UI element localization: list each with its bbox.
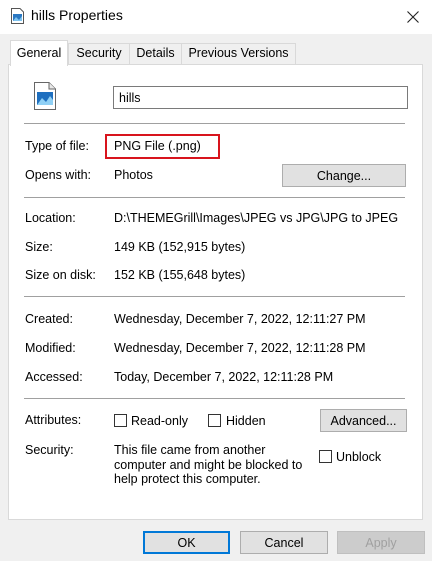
tab-details[interactable]: Details bbox=[129, 43, 182, 64]
separator bbox=[24, 197, 405, 198]
apply-button[interactable]: Apply bbox=[337, 531, 425, 554]
security-label: Security: bbox=[25, 443, 74, 457]
read-only-checkbox[interactable] bbox=[114, 414, 127, 427]
type-of-file-label: Type of file: bbox=[25, 139, 89, 153]
close-icon bbox=[407, 11, 419, 23]
location-value: D:\THEMEGrill\Images\JPEG vs JPG\JPG to … bbox=[114, 211, 399, 225]
separator bbox=[24, 123, 405, 124]
close-button[interactable] bbox=[396, 3, 430, 31]
unblock-label[interactable]: Unblock bbox=[336, 450, 381, 464]
png-file-icon bbox=[34, 82, 56, 110]
hidden-checkbox[interactable] bbox=[208, 414, 221, 427]
separator bbox=[24, 296, 405, 297]
size-value: 149 KB (152,915 bytes) bbox=[114, 240, 246, 254]
window-title: hills Properties bbox=[31, 7, 123, 23]
separator bbox=[24, 398, 405, 399]
read-only-label[interactable]: Read-only bbox=[131, 414, 188, 428]
tab-general[interactable]: General bbox=[10, 40, 68, 66]
unblock-checkbox[interactable] bbox=[319, 450, 332, 463]
size-on-disk-value: 152 KB (155,648 bytes) bbox=[114, 268, 246, 282]
tab-previous-versions[interactable]: Previous Versions bbox=[181, 43, 296, 64]
created-label: Created: bbox=[25, 312, 73, 326]
cancel-button[interactable]: Cancel bbox=[240, 531, 328, 554]
image-file-icon bbox=[11, 8, 24, 24]
tab-security[interactable]: Security bbox=[68, 43, 130, 64]
size-on-disk-label: Size on disk: bbox=[25, 268, 96, 282]
highlight-box bbox=[105, 134, 220, 159]
advanced-button[interactable]: Advanced... bbox=[320, 409, 407, 432]
file-name-input[interactable] bbox=[113, 86, 408, 109]
ok-button[interactable]: OK bbox=[143, 531, 230, 554]
opens-with-value: Photos bbox=[114, 168, 153, 182]
attributes-label: Attributes: bbox=[25, 413, 82, 427]
size-label: Size: bbox=[25, 240, 53, 254]
location-label: Location: bbox=[25, 211, 76, 225]
hidden-label[interactable]: Hidden bbox=[226, 414, 266, 428]
modified-label: Modified: bbox=[25, 341, 76, 355]
created-value: Wednesday, December 7, 2022, 12:11:27 PM bbox=[114, 312, 366, 326]
accessed-label: Accessed: bbox=[25, 370, 83, 384]
modified-value: Wednesday, December 7, 2022, 12:11:28 PM bbox=[114, 341, 366, 355]
opens-with-label: Opens with: bbox=[25, 168, 92, 182]
security-message: This file came from another computer and… bbox=[114, 443, 303, 486]
accessed-value: Today, December 7, 2022, 12:11:28 PM bbox=[114, 370, 334, 384]
change-button[interactable]: Change... bbox=[282, 164, 406, 187]
